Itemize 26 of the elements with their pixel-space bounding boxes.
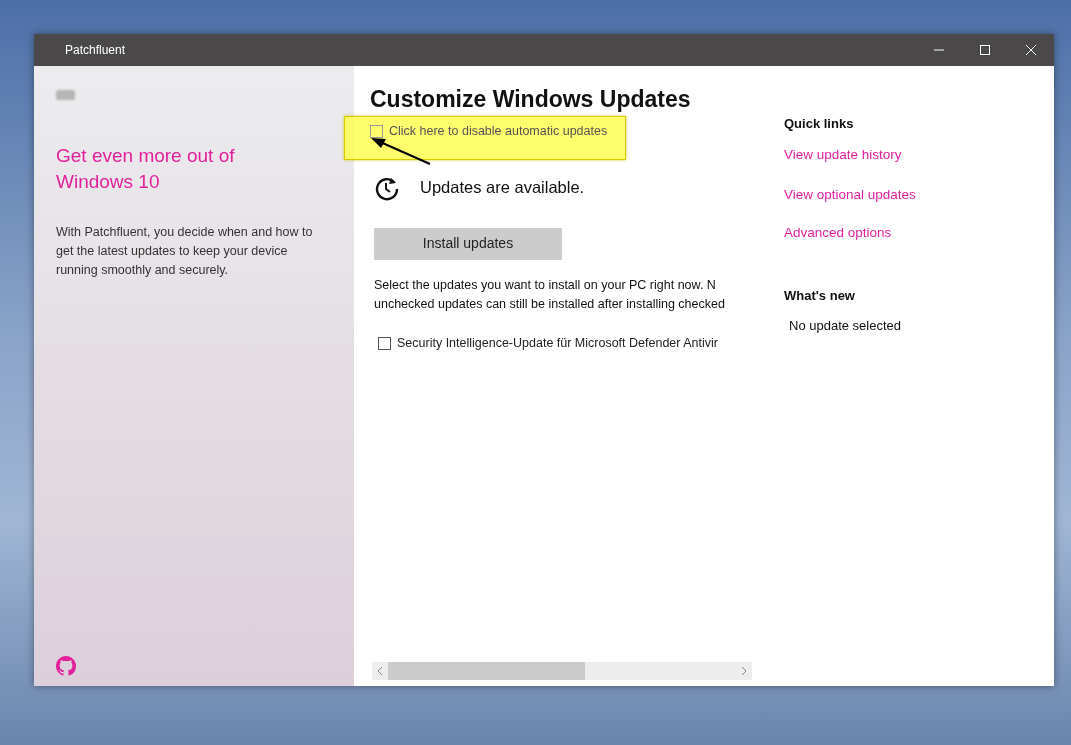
sidebar-heading: Get even more out of Windows 10 <box>56 144 236 194</box>
checkbox-label[interactable]: Click here to disable automatic updates <box>389 122 608 141</box>
install-updates-button[interactable]: Install updates <box>374 227 562 260</box>
window-title: Patchfluent <box>64 42 127 59</box>
quick-link[interactable]: Advanced options <box>784 223 1054 244</box>
quick-links-heading: Quick links <box>784 116 855 132</box>
horizontal-scrollbar[interactable] <box>372 662 752 680</box>
close-icon <box>1026 45 1036 55</box>
maximize-icon <box>980 45 990 55</box>
quick-link[interactable]: View optional updates <box>784 184 1054 206</box>
whats-new-text: No update selected <box>789 316 903 335</box>
instructions-text: Select the updates you want to install on your PC right now. N unchecked updates can still be installed after installing checked <box>374 276 726 313</box>
checkbox[interactable] <box>378 336 391 350</box>
status-text: Updates are available. <box>420 177 585 199</box>
checkbox[interactable] <box>370 124 383 138</box>
arrow-annotation <box>370 136 432 166</box>
scrollbar-thumb[interactable] <box>388 662 585 680</box>
update-label[interactable]: Security Intelligence-Update für Microsoft Defender Antivir <box>397 333 718 353</box>
quick-link[interactable]: View update history <box>784 144 1054 165</box>
scroll-left-icon[interactable] <box>376 666 384 676</box>
blurred-icon[interactable] <box>56 90 75 100</box>
scroll-right-icon[interactable] <box>740 666 748 676</box>
github-icon[interactable] <box>56 656 76 676</box>
page-title: Customize Windows Updates <box>370 85 692 114</box>
sidebar-description: With Patchfluent, you decide when and how to get the latest updates to keep your device running smoothly and securely. <box>56 224 314 279</box>
whats-new-heading: What's new <box>784 288 856 304</box>
